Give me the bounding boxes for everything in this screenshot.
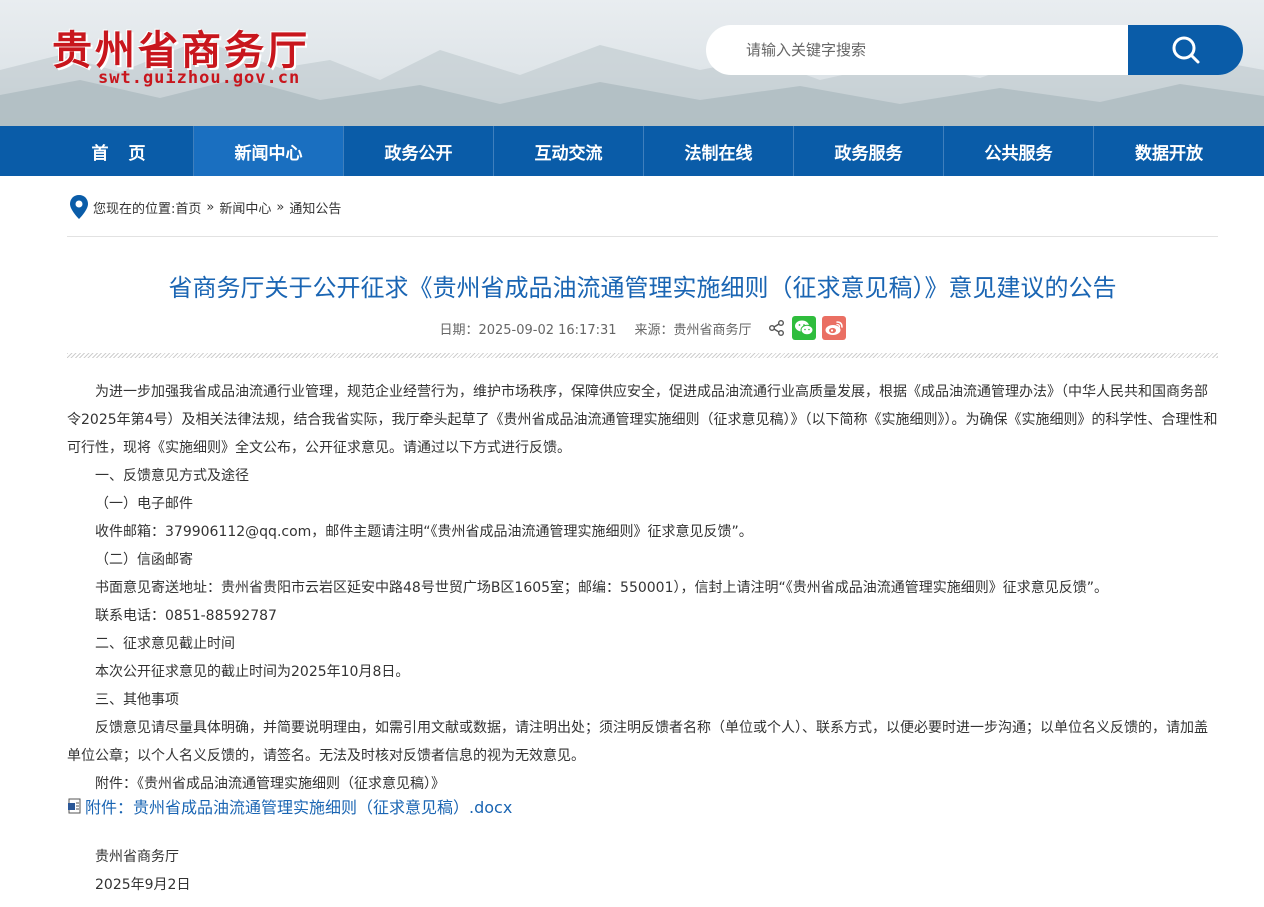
nav-item-home[interactable]: 首页 — [44, 126, 194, 176]
article-date: 日期：2025-09-02 16:17:31 — [439, 319, 616, 338]
nav-item-open-data[interactable]: 数据开放 — [1094, 126, 1244, 176]
nav-item-interaction[interactable]: 互动交流 — [494, 126, 644, 176]
nav-item-public-services[interactable]: 公共服务 — [944, 126, 1094, 176]
source-label: 来源： — [634, 322, 674, 338]
date-label: 日期： — [439, 322, 479, 338]
signature-org: 贵州省商务厅 — [95, 849, 179, 865]
article-body: 为进一步加强我省成品油流通行业管理，规范企业经营行为，维护市场秩序，保障供应安全… — [67, 378, 1218, 798]
paragraph: （一）电子邮件 — [95, 496, 193, 512]
location-pin-icon — [70, 195, 88, 219]
dashed-divider — [67, 353, 1218, 358]
divider — [67, 236, 1218, 237]
nav-item-gov-affairs[interactable]: 政务公开 — [344, 126, 494, 176]
share-icon[interactable] — [768, 319, 786, 337]
document-icon — [68, 798, 81, 814]
paragraph: 联系电话：0851-88592787 — [95, 608, 277, 624]
paragraph: 三、其他事项 — [95, 692, 179, 708]
paragraph: 本次公开征求意见的截止时间为2025年10月8日。 — [95, 664, 410, 680]
breadcrumb-prefix: 您现在的位置: — [93, 201, 176, 217]
source-value: 贵州省商务厅 — [673, 322, 752, 338]
wechat-icon — [794, 320, 814, 336]
weibo-share-button[interactable] — [821, 316, 846, 340]
share-icons — [768, 316, 846, 340]
nav-item-gov-services[interactable]: 政务服务 — [794, 126, 944, 176]
attachment-label[interactable]: 附件：贵州省成品油流通管理实施细则（征求意见稿）.docx — [85, 794, 512, 818]
breadcrumb-notices[interactable]: 通知公告 — [289, 198, 341, 217]
attachment-link[interactable]: 附件：贵州省成品油流通管理实施细则（征求意见稿）.docx — [67, 794, 512, 818]
site-header: 贵州省商务厅 swt.guizhou.gov.cn — [0, 0, 1264, 126]
paragraph: 二、征求意见截止时间 — [95, 636, 235, 652]
search-icon — [1172, 36, 1199, 64]
article-title: 省商务厅关于公开征求《贵州省成品油流通管理实施细则（征求意见稿）》意见建议的公告 — [168, 274, 1117, 302]
search-bar — [706, 25, 1243, 75]
signature-date: 2025年9月2日 — [95, 877, 191, 893]
weibo-icon — [825, 321, 843, 335]
breadcrumb-separator: » — [206, 199, 215, 215]
breadcrumb-home[interactable]: 首页 — [175, 198, 201, 217]
paragraph: 一、反馈意见方式及途径 — [95, 468, 249, 484]
nav-item-legal[interactable]: 法制在线 — [644, 126, 794, 176]
article-meta: 日期：2025-09-02 16:17:31 来源：贵州省商务厅 — [67, 316, 1218, 340]
paragraph: 为进一步加强我省成品油流通行业管理，规范企业经营行为，维护市场秩序，保障供应安全… — [67, 384, 1218, 456]
paragraph: 书面意见寄送地址：贵州省贵阳市云岩区延安中路48号世贸广场B区1605室；邮编：… — [95, 580, 1108, 596]
breadcrumb: 您现在的位置: 首页 » 新闻中心 » 通知公告 — [69, 194, 341, 220]
article-source: 来源：贵州省商务厅 — [635, 319, 752, 338]
search-button[interactable] — [1128, 25, 1243, 75]
breadcrumb-news[interactable]: 新闻中心 — [219, 198, 271, 217]
main-content: 您现在的位置: 首页 » 新闻中心 » 通知公告 省商务厅关于公开征求《贵州省成… — [47, 176, 1239, 907]
nav-item-news[interactable]: 新闻中心 — [194, 126, 344, 176]
main-nav: 首页 新闻中心 政务公开 互动交流 法制在线 政务服务 公共服务 数据开放 — [0, 126, 1264, 176]
date-value: 2025-09-02 16:17:31 — [478, 322, 617, 338]
paragraph: （二）信函邮寄 — [95, 552, 193, 568]
paragraph: 反馈意见请尽量具体明确，并简要说明理由，如需引用文献或数据，请注明出处；须注明反… — [67, 720, 1208, 764]
wechat-share-button[interactable] — [791, 316, 816, 340]
paragraph: 收件邮箱：379906112@qq.com，邮件主题请注明“《贵州省成品油流通管… — [95, 524, 753, 540]
site-logo-url: swt.guizhou.gov.cn — [98, 68, 301, 88]
breadcrumb-separator: » — [276, 199, 285, 215]
search-input[interactable] — [706, 25, 1128, 75]
